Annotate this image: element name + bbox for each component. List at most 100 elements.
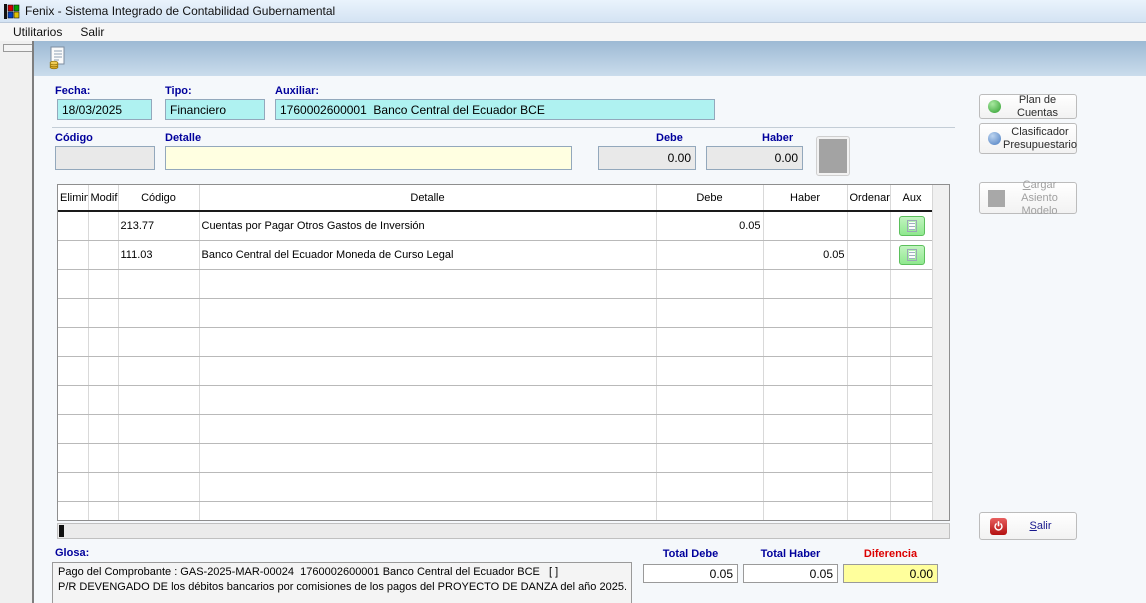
entry-table-body: Elimin Modif Código Detalle Debe Haber O… <box>58 185 934 521</box>
app-icon <box>4 4 20 19</box>
empty-cell <box>656 356 763 385</box>
empty-cell <box>199 356 656 385</box>
empty-cell <box>118 327 199 356</box>
aux-document-button[interactable] <box>899 216 925 236</box>
empty-row <box>58 385 934 414</box>
cell-modif <box>88 240 118 269</box>
empty-cell <box>58 472 88 501</box>
cell-debe: 0.05 <box>656 211 763 240</box>
cell-haber: 0.05 <box>763 240 847 269</box>
attach-image-button[interactable] <box>816 136 850 176</box>
empty-cell <box>58 414 88 443</box>
empty-cell <box>118 472 199 501</box>
fecha-label: Fecha: <box>55 85 90 97</box>
empty-cell <box>656 472 763 501</box>
header-modif: Modif <box>88 185 118 211</box>
cell-aux <box>890 240 934 269</box>
cell-haber <box>763 211 847 240</box>
empty-row <box>58 327 934 356</box>
toolbar <box>34 41 1146 76</box>
plan-de-cuentas-button[interactable]: Plan de Cuentas <box>979 94 1077 119</box>
empty-row <box>58 414 934 443</box>
detalle-entry-label: Detalle <box>165 132 201 144</box>
empty-cell <box>847 298 890 327</box>
empty-cell <box>656 269 763 298</box>
empty-cell <box>847 269 890 298</box>
empty-cell <box>763 298 847 327</box>
menu-salir[interactable]: Salir <box>71 24 113 40</box>
empty-cell <box>58 356 88 385</box>
empty-cell <box>847 414 890 443</box>
salir-button[interactable]: Salir <box>979 512 1077 540</box>
clasificador-presupuestario-button[interactable]: Clasificador Presupuestario <box>979 123 1077 154</box>
total-haber-field <box>743 564 838 583</box>
table-header-row: Elimin Modif Código Detalle Debe Haber O… <box>58 185 934 211</box>
empty-row <box>58 501 934 521</box>
cell-elimin <box>58 211 88 240</box>
cargar-asiento-modelo-button[interactable]: Cargar Asiento Modelo <box>979 182 1077 214</box>
empty-cell <box>88 414 118 443</box>
menu-bar: Utilitarios Salir <box>0 23 1146 41</box>
entries-grid: Elimin Modif Código Detalle Debe Haber O… <box>57 184 950 521</box>
empty-cell <box>847 443 890 472</box>
empty-cell <box>118 414 199 443</box>
horizontal-scrollbar-thumb[interactable] <box>59 525 64 537</box>
cell-detalle: Banco Central del Ecuador Moneda de Curs… <box>199 240 656 269</box>
fecha-input[interactable] <box>57 99 152 120</box>
tipo-input[interactable] <box>165 99 265 120</box>
empty-cell <box>88 385 118 414</box>
aux-document-button[interactable] <box>899 245 925 265</box>
empty-row <box>58 443 934 472</box>
empty-cell <box>890 385 934 414</box>
document-coins-icon <box>46 46 68 70</box>
detalle-entry-input[interactable] <box>165 146 572 170</box>
menu-utilitarios[interactable]: Utilitarios <box>4 24 71 40</box>
entries-table: Elimin Modif Código Detalle Debe Haber O… <box>58 185 935 521</box>
total-debe-label: Total Debe <box>643 548 738 560</box>
plan-de-cuentas-label: Plan de Cuentas <box>1003 94 1072 120</box>
empty-cell <box>763 385 847 414</box>
cell-ordenar <box>847 240 890 269</box>
auxiliar-input[interactable] <box>275 99 715 120</box>
horizontal-scrollbar[interactable] <box>57 523 950 539</box>
empty-cell <box>656 443 763 472</box>
empty-cell <box>88 356 118 385</box>
glosa-line-1: Pago del Comprobante : GAS-2025-MAR-0002… <box>58 565 626 580</box>
header-aux: Aux <box>890 185 934 211</box>
glosa-label: Glosa: <box>55 547 89 559</box>
empty-cell <box>763 327 847 356</box>
empty-cell <box>890 298 934 327</box>
empty-cell <box>890 269 934 298</box>
empty-cell <box>656 414 763 443</box>
empty-cell <box>763 443 847 472</box>
header-ordenar: Ordenar <box>847 185 890 211</box>
header-elimin: Elimin <box>58 185 88 211</box>
empty-cell <box>88 269 118 298</box>
empty-row <box>58 298 934 327</box>
left-collapsed-panel <box>0 41 31 603</box>
empty-cell <box>88 501 118 521</box>
empty-cell <box>763 269 847 298</box>
cell-modif <box>88 211 118 240</box>
cell-elimin <box>58 240 88 269</box>
salir-label: Salir <box>1009 520 1072 533</box>
new-voucher-button[interactable] <box>44 46 70 72</box>
cell-ordenar <box>847 211 890 240</box>
empty-cell <box>890 501 934 521</box>
main-panel: Fecha: Tipo: Auxiliar: Código Detalle De… <box>32 41 1146 603</box>
debe-entry-input[interactable] <box>598 146 696 170</box>
green-sphere-icon <box>988 100 1001 113</box>
vertical-scrollbar[interactable] <box>932 185 949 520</box>
empty-cell <box>199 501 656 521</box>
cell-codigo: 213.77 <box>118 211 199 240</box>
header-haber: Haber <box>763 185 847 211</box>
document-icon <box>907 220 917 232</box>
empty-cell <box>88 327 118 356</box>
glosa-text[interactable]: Pago del Comprobante : GAS-2025-MAR-0002… <box>52 562 632 603</box>
empty-cell <box>118 501 199 521</box>
empty-cell <box>88 443 118 472</box>
empty-cell <box>763 501 847 521</box>
empty-cell <box>58 269 88 298</box>
haber-entry-input[interactable] <box>706 146 803 170</box>
codigo-entry-input[interactable] <box>55 146 155 170</box>
